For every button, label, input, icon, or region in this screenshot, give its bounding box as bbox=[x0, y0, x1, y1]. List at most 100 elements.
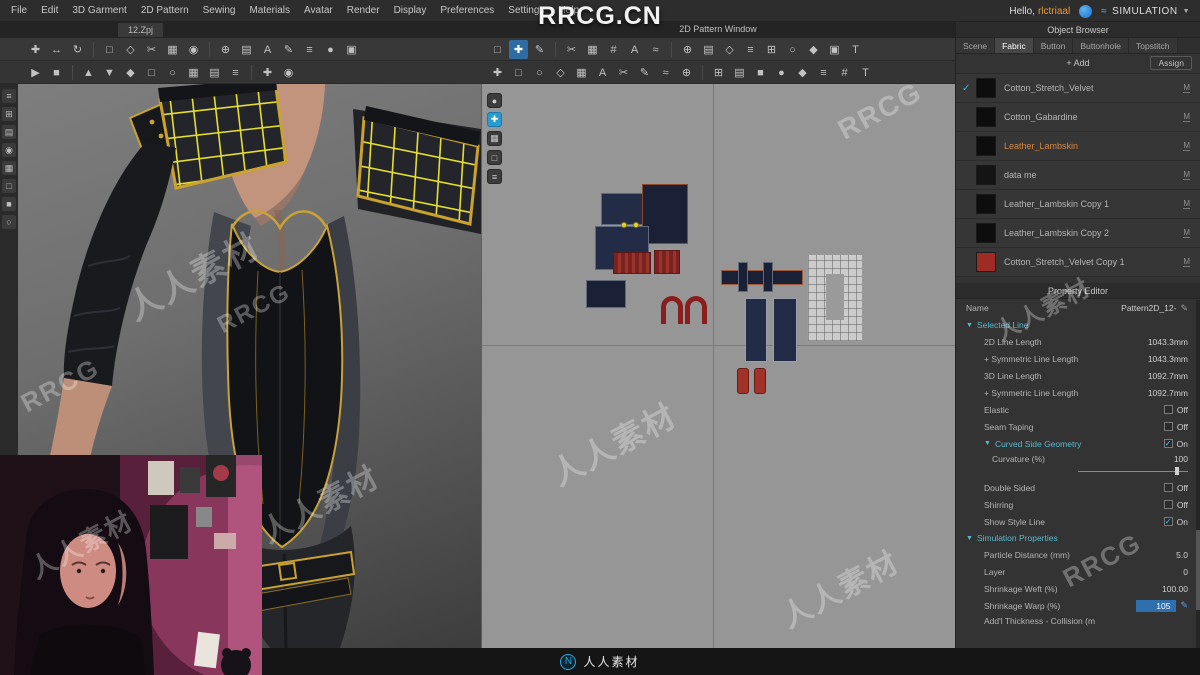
scrollbar[interactable] bbox=[1196, 300, 1200, 648]
pin-tool-icon[interactable]: ◉ bbox=[184, 40, 203, 59]
add-point-tool-icon[interactable]: ⊕ bbox=[216, 40, 235, 59]
menu-display[interactable]: Display bbox=[387, 5, 434, 16]
select-tool-icon[interactable]: ✚ bbox=[26, 40, 45, 59]
list-2d-icon[interactable]: ≡ bbox=[487, 169, 502, 184]
arrange-down-icon[interactable]: ▼ bbox=[100, 63, 119, 82]
trace-tool-icon[interactable]: T bbox=[846, 40, 865, 59]
layers-tool-icon[interactable]: ▤ bbox=[699, 40, 718, 59]
tab-button[interactable]: Button bbox=[1033, 38, 1074, 53]
tab-fabric[interactable]: Fabric bbox=[995, 38, 1034, 53]
net-tool-icon[interactable]: ▦ bbox=[184, 63, 203, 82]
tab-topstitch[interactable]: Topstitch bbox=[1128, 38, 1178, 53]
pattern-piece[interactable] bbox=[745, 298, 767, 362]
box-tool-icon[interactable]: □ bbox=[142, 63, 161, 82]
marquee-select-tool-icon[interactable]: □ bbox=[100, 40, 119, 59]
fabric-row[interactable]: Cotton_Gabardine M bbox=[956, 103, 1200, 132]
sewing-tool-icon[interactable]: ▦ bbox=[163, 40, 182, 59]
shrinkage-warp-input[interactable]: 105 bbox=[1136, 599, 1177, 612]
frame-tool-icon[interactable]: ▣ bbox=[342, 40, 361, 59]
draw-tool-icon[interactable]: ✎ bbox=[635, 63, 654, 82]
list-tool-icon[interactable]: ≡ bbox=[300, 40, 319, 59]
box-2d-icon[interactable]: □ bbox=[487, 150, 502, 165]
menu-2d-pattern[interactable]: 2D Pattern bbox=[134, 5, 196, 16]
tape-tool-icon[interactable]: T bbox=[856, 63, 875, 82]
property-value[interactable]: 100 bbox=[1174, 454, 1188, 464]
pattern-piece[interactable] bbox=[754, 368, 766, 394]
globe-icon[interactable] bbox=[1079, 4, 1093, 18]
pattern-button[interactable] bbox=[621, 222, 627, 228]
wave-tool-icon[interactable]: ≈ bbox=[656, 63, 675, 82]
fabric-row[interactable]: Leather_Lambskin Copy 1 M bbox=[956, 190, 1200, 219]
property-section[interactable]: ▼ Simulation Properties bbox=[956, 530, 1200, 546]
mesh-tool-icon[interactable]: ▦ bbox=[583, 40, 602, 59]
layer-clone-tool-icon[interactable]: ▤ bbox=[730, 63, 749, 82]
menu-avatar[interactable]: Avatar bbox=[297, 5, 340, 16]
checkbox[interactable] bbox=[1163, 483, 1173, 492]
property-value[interactable]: 1043.3mm bbox=[1148, 337, 1188, 347]
trace-cut-tool-icon[interactable]: ✂ bbox=[614, 63, 633, 82]
pattern-piece[interactable] bbox=[586, 280, 626, 308]
fabric-row[interactable]: Leather_Lambskin Copy 2 M bbox=[956, 219, 1200, 248]
snap-grid-tool-icon[interactable]: # bbox=[604, 40, 623, 59]
solid-tool-icon[interactable]: ■ bbox=[751, 63, 770, 82]
transform-gizmo-tool-icon[interactable]: ◇ bbox=[121, 40, 140, 59]
menu-materials[interactable]: Materials bbox=[242, 5, 297, 16]
edit-curvature-tool-icon[interactable]: ✚ bbox=[488, 63, 507, 82]
stack-tool-icon[interactable]: ≡ bbox=[226, 63, 245, 82]
checkbox[interactable]: ✓ bbox=[1163, 517, 1173, 526]
grid-2d-icon[interactable]: ▦ bbox=[487, 131, 502, 146]
simulation-mode-selector[interactable]: ≈ SIMULATION ▼ bbox=[1101, 6, 1190, 17]
assign-button[interactable]: Assign bbox=[1150, 56, 1192, 70]
arrange-up-icon[interactable]: ▲ bbox=[79, 63, 98, 82]
grade-tool-icon[interactable]: ⊞ bbox=[709, 63, 728, 82]
expand-tool-icon[interactable]: ⊞ bbox=[762, 40, 781, 59]
pattern-piece[interactable] bbox=[661, 296, 683, 324]
align-tool-icon[interactable]: ≡ bbox=[741, 40, 760, 59]
dot-tool-icon[interactable]: ● bbox=[772, 63, 791, 82]
record-tool-icon[interactable]: ◉ bbox=[279, 63, 298, 82]
scene-strip-icon[interactable]: ▦ bbox=[2, 161, 16, 175]
menu-render[interactable]: Render bbox=[340, 5, 387, 16]
add-button[interactable]: + Add bbox=[1066, 58, 1089, 68]
scissors-tool-icon[interactable]: ✂ bbox=[142, 40, 161, 59]
fabric-row[interactable]: ✓ Cotton_Stretch_Velvet M bbox=[956, 74, 1200, 103]
pattern-piece[interactable] bbox=[685, 296, 707, 324]
flip-tool-icon[interactable]: ◆ bbox=[121, 63, 140, 82]
add-strip-icon[interactable]: ⊞ bbox=[2, 107, 16, 121]
property-value[interactable]: 1092.7mm bbox=[1148, 388, 1188, 398]
checkbox[interactable] bbox=[1163, 405, 1173, 414]
dart-tool-icon[interactable]: ◇ bbox=[551, 63, 570, 82]
fabric-row[interactable]: Leather_Lambskin M bbox=[956, 132, 1200, 161]
edit-icon[interactable]: ✎ bbox=[1180, 303, 1188, 314]
greeting-username[interactable]: rlctriaal bbox=[1038, 6, 1070, 17]
simulate-play-icon[interactable]: ▶ bbox=[26, 63, 45, 82]
bounding-tool-icon[interactable]: ▣ bbox=[825, 40, 844, 59]
pattern-piece[interactable] bbox=[773, 298, 797, 362]
pattern-piece[interactable] bbox=[613, 252, 651, 274]
circle-tool-icon[interactable]: ○ bbox=[783, 40, 802, 59]
select-pattern-tool-icon[interactable]: □ bbox=[488, 40, 507, 59]
diamond-tool-icon[interactable]: ◆ bbox=[793, 63, 812, 82]
menu-3d-garment[interactable]: 3D Garment bbox=[65, 5, 133, 16]
object-strip-icon[interactable]: □ bbox=[2, 179, 16, 193]
pattern-piece[interactable] bbox=[601, 193, 643, 225]
menu-strip-icon[interactable]: ≡ bbox=[2, 89, 16, 103]
menu-edit[interactable]: Edit bbox=[34, 5, 65, 16]
pattern-piece[interactable] bbox=[763, 262, 773, 292]
simulate-stop-icon[interactable]: ■ bbox=[47, 63, 66, 82]
fabric-row[interactable]: Cotton_Stretch_Velvet Copy 1 M bbox=[956, 248, 1200, 277]
circle-pattern-tool-icon[interactable]: ○ bbox=[530, 63, 549, 82]
property-value[interactable]: 0 bbox=[1183, 567, 1188, 577]
pattern-piece[interactable] bbox=[737, 368, 749, 394]
pattern-piece[interactable] bbox=[721, 270, 803, 285]
material-strip-icon[interactable]: ■ bbox=[2, 197, 16, 211]
edit-pattern-tool-icon[interactable]: ✎ bbox=[530, 40, 549, 59]
checkbox[interactable] bbox=[1163, 500, 1173, 509]
zoom-2d-icon[interactable]: ✚ bbox=[487, 112, 502, 127]
fabric-row[interactable]: data me M bbox=[956, 161, 1200, 190]
shape-tool-icon[interactable]: ◇ bbox=[720, 40, 739, 59]
avatar-strip-icon[interactable]: ◉ bbox=[2, 143, 16, 157]
pattern-piece[interactable] bbox=[738, 262, 748, 292]
menu-preferences[interactable]: Preferences bbox=[433, 5, 501, 16]
rotate-view-tool-icon[interactable]: ↻ bbox=[68, 40, 87, 59]
